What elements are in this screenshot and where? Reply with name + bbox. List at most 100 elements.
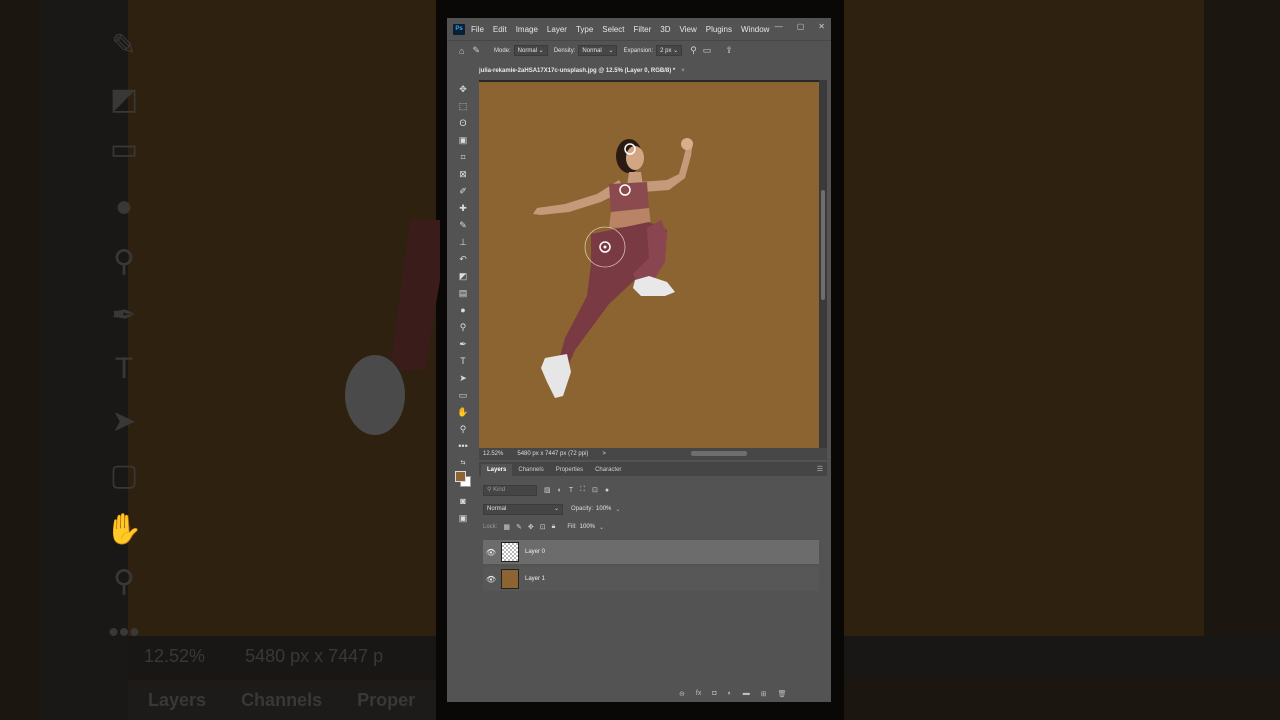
marquee-tool-icon[interactable]: ⬚ bbox=[453, 99, 473, 114]
crop-tool-icon[interactable]: ⌗ bbox=[453, 150, 473, 165]
layer-style-icon[interactable]: fx bbox=[696, 690, 701, 698]
menu-layer[interactable]: Layer bbox=[547, 25, 567, 34]
shape-filter-icon[interactable]: ⛶ bbox=[580, 486, 585, 494]
visibility-eye-icon[interactable]: 👁︎ bbox=[483, 575, 499, 584]
fill-dropdown-icon[interactable]: ⌄ bbox=[599, 524, 604, 531]
brush-tool-icon[interactable]: ✎ bbox=[453, 218, 473, 233]
menu-edit[interactable]: Edit bbox=[493, 25, 507, 34]
minimize-icon[interactable]: — bbox=[775, 22, 783, 31]
object-selection-tool-icon[interactable]: ▣ bbox=[453, 133, 473, 148]
pen-tool-icon[interactable]: ✒ bbox=[453, 337, 473, 352]
link-layers-icon[interactable]: ⊖ bbox=[679, 690, 685, 698]
density-select[interactable]: Normal ⌄ bbox=[578, 45, 618, 56]
blurred-canvas-right bbox=[844, 0, 1204, 636]
tool-preset-icon[interactable]: ✎ bbox=[472, 45, 480, 56]
share-icon[interactable]: ⇪ bbox=[725, 45, 733, 56]
path-selection-tool-icon[interactable]: ➤ bbox=[453, 371, 473, 386]
blend-mode-select[interactable]: Normal ⌄ bbox=[483, 503, 563, 515]
adjustment-layer-icon[interactable]: ◐ bbox=[728, 690, 732, 698]
horizontal-scroll-thumb[interactable] bbox=[691, 451, 747, 456]
dodge-tool-icon[interactable]: ⚲ bbox=[453, 320, 473, 335]
opacity-dropdown-icon[interactable]: ⌄ bbox=[615, 506, 620, 513]
document-canvas[interactable] bbox=[479, 82, 819, 448]
runner-image bbox=[533, 138, 693, 398]
canvas-area[interactable] bbox=[479, 80, 827, 448]
filter-toggle-icon[interactable]: ● bbox=[605, 487, 609, 494]
blur-tool-icon[interactable]: ● bbox=[453, 303, 473, 318]
screen-mode-icon[interactable]: ▣ bbox=[453, 511, 473, 526]
clone-stamp-tool-icon[interactable]: ⊥ bbox=[453, 235, 473, 250]
type-filter-icon[interactable]: T bbox=[569, 487, 573, 494]
filter-row: ⚲ Kind ▨ ◐ T ⛶ ⊡ ● bbox=[479, 482, 827, 498]
close-icon[interactable]: ✕ bbox=[818, 22, 825, 31]
menu-window[interactable]: Window bbox=[741, 25, 769, 34]
menu-type[interactable]: Type bbox=[576, 25, 593, 34]
document-tab[interactable]: julia-rekamie-2aHSA17X17c-unsplash.jpg @… bbox=[479, 64, 685, 78]
mode-select[interactable]: Normal ⌄ bbox=[513, 45, 548, 56]
lock-transparent-icon[interactable]: ▦ bbox=[503, 523, 510, 531]
panel-menu-icon[interactable]: ☰ bbox=[817, 465, 823, 473]
layer-row[interactable]: 👁︎ Layer 1 bbox=[483, 567, 819, 591]
menu-3d[interactable]: 3D bbox=[660, 25, 670, 34]
opacity-value[interactable]: 100% bbox=[596, 506, 611, 512]
maximize-icon[interactable]: ▢ bbox=[797, 22, 805, 31]
swap-colors-icon[interactable]: ⇆ bbox=[453, 456, 473, 471]
gradient-tool-icon[interactable]: ▤ bbox=[453, 286, 473, 301]
healing-brush-tool-icon[interactable]: ✚ bbox=[453, 201, 473, 216]
eyedropper-tool-icon[interactable]: ✐ bbox=[453, 184, 473, 199]
lasso-tool-icon[interactable]: ʘ bbox=[453, 116, 473, 131]
layer-name[interactable]: Layer 0 bbox=[525, 549, 545, 555]
fill-value[interactable]: 100% bbox=[580, 524, 595, 530]
menu-select[interactable]: Select bbox=[602, 25, 624, 34]
new-group-icon[interactable]: ▬ bbox=[743, 690, 750, 698]
zoom-tool-icon[interactable]: ⚲ bbox=[453, 422, 473, 437]
kind-filter[interactable]: ⚲ Kind bbox=[483, 484, 537, 496]
frame-tool-icon[interactable]: ⊠ bbox=[453, 167, 473, 182]
adjustment-filter-icon[interactable]: ◐ bbox=[558, 487, 562, 494]
hand-tool-icon[interactable]: ✋ bbox=[453, 405, 473, 420]
blurred-status-bar-right bbox=[844, 636, 1280, 676]
vertical-scrollbar[interactable] bbox=[819, 80, 827, 448]
move-tool-icon[interactable]: ✥ bbox=[453, 82, 473, 97]
delete-layer-icon[interactable]: 🗑︎ bbox=[778, 690, 787, 698]
lock-position-icon[interactable]: ✥ bbox=[528, 523, 534, 531]
mode-label: Mode: bbox=[493, 47, 511, 54]
add-mask-icon[interactable]: ◘ bbox=[712, 690, 716, 698]
close-document-icon[interactable]: × bbox=[681, 68, 685, 74]
more-tools-icon[interactable]: ••• bbox=[453, 439, 473, 454]
zoom-level[interactable]: 12.52% bbox=[483, 451, 503, 457]
status-arrow-icon[interactable]: > bbox=[602, 451, 606, 457]
lock-all-icon[interactable]: 🔒︎ bbox=[552, 523, 556, 531]
document-title: julia-rekamie-2aHSA17X17c-unsplash.jpg @… bbox=[479, 68, 676, 74]
rectangle-tool-icon[interactable]: ▭ bbox=[453, 388, 473, 403]
visibility-eye-icon[interactable]: 👁︎ bbox=[483, 548, 499, 557]
menu-file[interactable]: File bbox=[471, 25, 484, 34]
history-brush-tool-icon[interactable]: ↶ bbox=[453, 252, 473, 267]
tab-channels[interactable]: Channels bbox=[512, 467, 549, 476]
menu-filter[interactable]: Filter bbox=[634, 25, 652, 34]
tab-layers[interactable]: Layers bbox=[481, 464, 513, 476]
pixel-filter-icon[interactable]: ▨ bbox=[544, 486, 551, 494]
document-dimensions: 5480 px x 7447 px (72 ppi) bbox=[517, 451, 589, 457]
tab-properties[interactable]: Properties bbox=[550, 467, 589, 476]
menu-image[interactable]: Image bbox=[516, 25, 538, 34]
menu-view[interactable]: View bbox=[680, 25, 697, 34]
home-icon[interactable]: ⌂ bbox=[459, 46, 464, 56]
foreground-color-swatch[interactable] bbox=[455, 471, 466, 482]
menu-plugins[interactable]: Plugins bbox=[706, 25, 732, 34]
quick-mask-icon[interactable]: ◙ bbox=[453, 494, 473, 509]
lock-artboard-icon[interactable]: ⊡ bbox=[540, 523, 546, 531]
eraser-tool-icon[interactable]: ◩ bbox=[453, 269, 473, 284]
expansion-select[interactable]: 2 px ⌄ bbox=[656, 45, 683, 56]
layer-row[interactable]: 👁︎ Layer 0 bbox=[483, 540, 819, 564]
search-icon[interactable]: ⚲ bbox=[690, 45, 697, 56]
blurred-gradient-icon: ▭ bbox=[109, 133, 139, 166]
workspace-icon[interactable]: ▭ bbox=[703, 45, 712, 56]
type-tool-icon[interactable]: T bbox=[453, 354, 473, 369]
lock-image-icon[interactable]: ✎ bbox=[516, 523, 522, 531]
layer-name[interactable]: Layer 1 bbox=[525, 576, 545, 582]
smart-object-filter-icon[interactable]: ⊡ bbox=[592, 486, 598, 494]
tab-character[interactable]: Character bbox=[589, 467, 627, 476]
vertical-scroll-thumb[interactable] bbox=[821, 190, 825, 300]
new-layer-icon[interactable]: ⊞ bbox=[761, 690, 767, 698]
